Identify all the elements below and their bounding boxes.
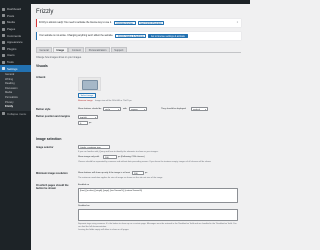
button-style-with: with: [123, 108, 127, 110]
button-style-label: Button style: [36, 108, 51, 111]
disabled-on-label: Disabled on: [78, 205, 90, 207]
page-description: Change how images show on your images.: [36, 56, 82, 59]
sidebar-item-label: Media: [7, 20, 15, 25]
sidebar-item-tools[interactable]: Tools: [0, 59, 31, 66]
sidebar-item-plugins[interactable]: Plugins: [0, 46, 31, 53]
tab-general[interactable]: General: [36, 47, 53, 52]
posts-icon: [2, 14, 5, 18]
width-text: Show image only with: [78, 156, 100, 158]
pages-hint-2: Leaving the fields empty will allow to s…: [78, 229, 129, 231]
select-image-button[interactable]: Select image: [78, 93, 96, 98]
get-premium-button[interactable]: Get Frizzly Premium: [137, 20, 165, 25]
collapse-label: Collapse menu: [7, 111, 27, 116]
inactive-notice: Your website is not active. Changing any…: [36, 32, 241, 40]
pages-icon: [2, 27, 5, 31]
main-content: Frizzly Frizzly is almost ready! You nee…: [31, 4, 250, 250]
sidebar-item-label: Tools: [7, 60, 14, 65]
sidebar-item-label: Pages: [7, 27, 16, 32]
class-filter-input[interactable]: 200: [103, 155, 117, 160]
sidebar-item-label: Settings: [7, 66, 18, 71]
license-settings-button[interactable]: Go to license settings & activate: [148, 33, 188, 38]
sidebar-item-label: Users: [7, 53, 15, 58]
position-select[interactable]: top-left: [78, 115, 98, 120]
disabled-on-textarea[interactable]: [78, 209, 238, 221]
tab-image[interactable]: Image: [53, 47, 68, 52]
button-orientation-select[interactable]: vertical: [191, 107, 208, 112]
tab-personalization[interactable]: Personalization: [85, 47, 110, 52]
image-selector-label: Image selector: [36, 146, 54, 149]
sidebar-item-dashboard[interactable]: Dashboard: [0, 6, 31, 13]
submenu-frizzly[interactable]: Frizzly: [0, 105, 31, 110]
margin-input[interactable]: 0: [78, 121, 88, 126]
width-text-suffix: px (Following CSS classes): [118, 156, 145, 158]
button-display-text: They should be displayed: [161, 108, 186, 110]
collapse-icon: [2, 112, 5, 116]
section-title-image-selection: Image selection: [36, 137, 62, 141]
pages-label: On which pages should the button be show…: [36, 184, 69, 190]
pages-hint: Separate tags using commas. It's the but…: [78, 223, 237, 228]
sidebar-item-media[interactable]: Media: [0, 19, 31, 26]
sidebar-item-label: Appearance: [7, 40, 23, 45]
sidebar-item-label: Comments: [7, 33, 21, 38]
sidebar-item-label: Posts: [7, 13, 15, 18]
tab-content[interactable]: Content: [68, 47, 85, 52]
status-settings-button[interactable]: Frizzly Status & Settings: [115, 33, 147, 38]
artwork-preview: [78, 77, 101, 91]
page-title: Frizzly: [36, 9, 54, 15]
settings-tabs: General Image Content Personalization Su…: [36, 47, 241, 53]
activate-license-button[interactable]: Activate license: [113, 20, 136, 25]
sidebar-item-posts[interactable]: Posts: [0, 13, 31, 20]
image-selector-hint: If you are familiar with jQuery and how …: [78, 151, 159, 153]
position-label: Button position and margins: [36, 115, 71, 118]
appearance-icon: [2, 40, 5, 44]
min-size-input[interactable]: 200: [132, 171, 144, 176]
image-selector-input[interactable]: .frizzly_container img: [78, 145, 110, 150]
artwork-label: Artwork: [36, 76, 46, 79]
dashboard-icon: [2, 7, 5, 11]
sidebar-item-pages[interactable]: Pages: [0, 26, 31, 33]
button-corners-select[interactable]: square: [129, 107, 147, 112]
notice-text: Your website is not active. Changing any…: [39, 34, 114, 38]
settings-submenu: General Writing Reading Discussion Media…: [0, 71, 31, 111]
button-style-text: Show buttons should be: [78, 108, 102, 110]
media-icon: [2, 20, 5, 24]
min-size-label: Minimum image resolution: [36, 172, 68, 175]
users-icon: [2, 53, 5, 57]
min-size-hint: The minimum resolution applies for size …: [78, 177, 163, 179]
enabled-on-textarea[interactable]: [front], [archive], [single], [page], [t…: [78, 188, 238, 203]
enabled-on-label: Enabled on: [78, 184, 90, 186]
sidebar-item-label: Plugins: [7, 46, 17, 51]
notice-text: Frizzly is almost ready! You need to act…: [39, 21, 112, 25]
min-size-text: Show buttons will show up only if the im…: [78, 172, 131, 174]
min-size-unit: px: [145, 172, 148, 174]
image-icon: [82, 80, 98, 90]
margin-unit: px: [89, 122, 92, 124]
button-shape-select[interactable]: circle: [103, 107, 121, 112]
tab-support[interactable]: Support: [110, 47, 127, 52]
remove-image-link[interactable]: Remove image: [78, 99, 93, 104]
artwork-hint: Image size will be 140x140 or 70x70 px.: [95, 100, 132, 102]
settings-icon: [2, 67, 5, 71]
sidebar-item-settings[interactable]: Settings: [0, 65, 31, 72]
admin-sidebar: Dashboard Posts Media Pages Comments App…: [0, 4, 31, 250]
collapse-menu-button[interactable]: Collapse menu: [0, 111, 31, 118]
class-filter-hint: Classes should be separated by commas an…: [78, 161, 211, 163]
sidebar-item-label: Dashboard: [7, 7, 22, 12]
license-notice: Frizzly is almost ready! You need to act…: [36, 19, 241, 27]
tools-icon: [2, 60, 5, 64]
section-title-visuals: Visuals: [36, 64, 48, 68]
sidebar-item-appearance[interactable]: Appearance: [0, 39, 31, 46]
comments-icon: [2, 34, 5, 38]
sidebar-item-users[interactable]: Users: [0, 52, 31, 59]
plugins-icon: [2, 47, 5, 51]
sidebar-item-comments[interactable]: Comments: [0, 32, 31, 39]
close-icon[interactable]: ×: [236, 20, 239, 24]
